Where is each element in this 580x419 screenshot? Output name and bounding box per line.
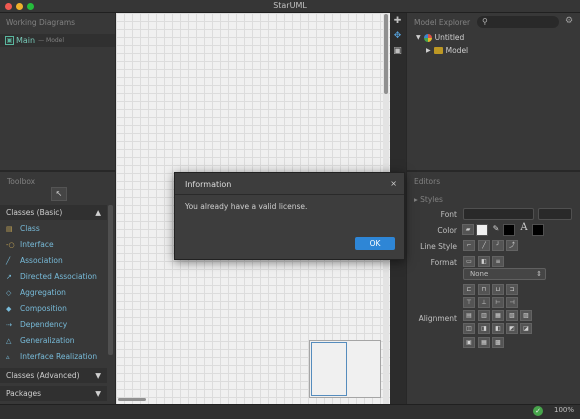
dialog-divider [175,194,404,195]
information-dialog: Information × You already have a valid l… [174,172,405,260]
dialog-message: You already have a valid license. [185,202,308,211]
ok-button[interactable]: OK [355,237,395,250]
dialog-title: Information [185,180,232,189]
close-icon[interactable]: × [390,179,397,188]
